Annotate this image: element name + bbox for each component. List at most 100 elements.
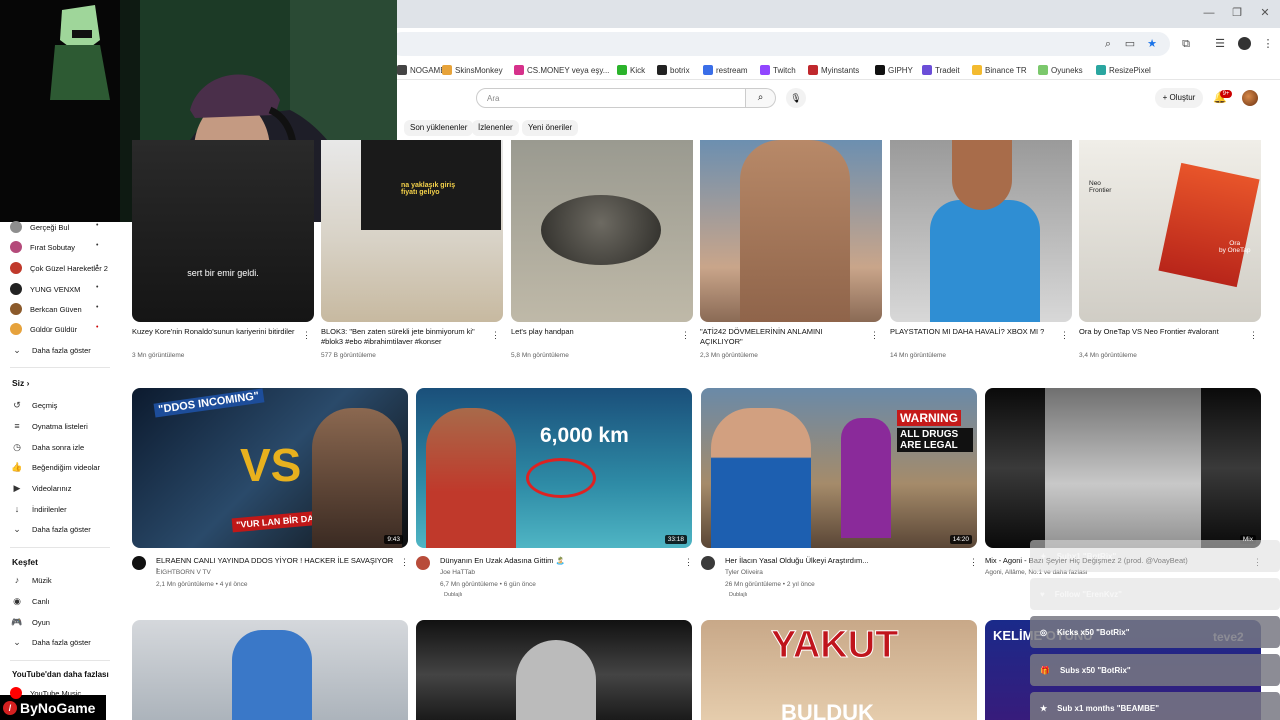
more-options-icon[interactable]: ⋮ — [870, 330, 879, 341]
sidebar-item[interactable]: ◷ Daha sonra izle — [10, 438, 84, 456]
sidebar-item[interactable]: 👍 Beğendiğim videolar — [10, 458, 100, 476]
sidebar-item[interactable]: ↺ Geçmiş — [10, 396, 57, 414]
maximize-icon[interactable]: ❐ — [1230, 6, 1244, 20]
more-options-icon[interactable]: ⋮ — [302, 330, 311, 341]
video-title[interactable]: "ATİ242 DÖVMELERİNİN ANLAMINI AÇIKLIYOR" — [700, 327, 865, 349]
sidebar-subscription[interactable]: Çok Güzel Hareketler 2 — [10, 259, 108, 277]
sidebar-subscription[interactable]: Fırat Sobutay — [10, 238, 75, 256]
sidebar-item[interactable]: ▶ Videolarınız — [10, 479, 72, 497]
reading-list-icon[interactable]: ☰ — [1212, 36, 1228, 52]
sidebar-show-more[interactable]: ⌄ Daha fazla göster — [10, 520, 91, 538]
channel-name[interactable]: Joe HaTTab — [440, 569, 475, 576]
video-thumbnail[interactable] — [700, 140, 882, 322]
watch-later-icon: ◷ — [13, 441, 21, 452]
account-avatar[interactable] — [1242, 90, 1258, 106]
sidebar-subscription[interactable]: YUNG VENXM — [10, 280, 80, 298]
bookmark-item[interactable]: botrix — [657, 62, 690, 78]
section-you[interactable]: Siz › — [12, 378, 29, 388]
create-button[interactable]: + Oluştur — [1155, 88, 1203, 108]
sidebar-subscription[interactable]: Berkcan Güven — [10, 300, 82, 318]
channel-avatar[interactable] — [132, 556, 146, 570]
more-options-icon[interactable]: ⋮ — [684, 557, 693, 568]
zoom-icon[interactable]: ⌕ — [1100, 36, 1116, 52]
video-thumbnail[interactable]: YAKUT BULDUK — [701, 620, 977, 720]
browser-menu-icon[interactable]: ⋮ — [1260, 36, 1276, 52]
thumbnail-caption: 6,000 km — [540, 424, 629, 447]
sidebar-show-more[interactable]: ⌄ Daha fazla göster — [10, 341, 91, 359]
search-button[interactable]: ⌕ — [746, 88, 776, 108]
video-meta: 6,7 Mn görüntüleme • 6 gün önce — [440, 581, 536, 588]
create-label: Oluştur — [1169, 93, 1196, 102]
live-dot-icon: • — [96, 304, 99, 311]
channel-name[interactable]: EIGHTBORN V TV — [156, 569, 211, 576]
sidebar-show-more[interactable]: ⌄ Daha fazla göster — [10, 633, 91, 651]
cast-icon[interactable]: ▭ — [1122, 36, 1138, 52]
bookmark-item[interactable]: GIPHY — [875, 62, 913, 78]
video-views: 5,8 Mn görüntüleme — [511, 352, 569, 359]
sidebar-youtube-music[interactable]: YouTube Music — [10, 684, 81, 702]
search-input[interactable]: Ara — [476, 88, 746, 108]
bookmark-item[interactable]: NOGAME — [397, 62, 446, 78]
bookmark-item[interactable]: Binance TR — [972, 62, 1027, 78]
handpan-drum — [541, 195, 661, 265]
video-thumbnail[interactable]: na yaklaşık giriş fiyatı geliyo — [321, 140, 503, 322]
more-options-icon[interactable]: ⋮ — [1249, 330, 1258, 341]
address-bar[interactable] — [390, 32, 1170, 56]
chip-new[interactable]: Yeni öneriler — [522, 120, 579, 136]
video-thumbnail[interactable] — [132, 620, 408, 720]
bookmark-label: CS.MONEY veya eşy... — [527, 65, 610, 75]
bookmark-item[interactable]: Tradeit — [922, 62, 960, 78]
voice-search-button[interactable]: 🎙 — [786, 88, 806, 108]
bookmark-item[interactable]: ResizePixel — [1096, 62, 1151, 78]
video-thumbnail[interactable]: sert bir emir geldi. — [132, 140, 314, 322]
more-options-icon[interactable]: ⋮ — [681, 330, 690, 341]
sidebar-item[interactable]: ≡ Oynatma listeleri — [10, 417, 88, 435]
sidebar-item[interactable]: 🎮 Oyun — [10, 613, 50, 631]
bookmark-item[interactable]: SkinsMonkey — [442, 62, 503, 78]
more-options-icon[interactable]: ⋮ — [400, 557, 409, 568]
close-icon[interactable]: ✕ — [1258, 6, 1272, 20]
thumbnail-head — [952, 140, 1012, 210]
bookmark-star-icon[interactable]: ★ — [1144, 36, 1160, 52]
video-title[interactable]: PLAYSTATION MI DAHA HAVALİ? XBOX MI ? — [890, 327, 1055, 349]
video-thumbnail[interactable] — [511, 140, 693, 322]
sidebar-subscription[interactable]: Gerçeği Bul — [10, 218, 69, 236]
more-options-icon[interactable]: ⋮ — [1060, 330, 1069, 341]
video-thumbnail[interactable]: WARNING ALL DRUGS ARE LEGAL 14:20 — [701, 388, 977, 548]
more-options-icon[interactable]: ⋮ — [491, 330, 500, 341]
sidebar-item[interactable]: ◉ Canlı — [10, 592, 49, 610]
extensions-icon[interactable]: ⧉ — [1178, 36, 1194, 52]
sidebar-item[interactable]: ↓ İndirilenler — [10, 500, 67, 518]
bookmark-item[interactable]: restream — [703, 62, 748, 78]
bookmark-item[interactable]: Oyuneks — [1038, 62, 1083, 78]
channel-name[interactable]: Tyler Oliveira — [725, 569, 763, 576]
chip-watched[interactable]: İzlenenler — [472, 120, 519, 136]
thumbnail-caption: VS — [240, 439, 302, 491]
chip-recent[interactable]: Son yüklenenler — [404, 120, 474, 136]
video-title[interactable]: Dünyanın En Uzak Adasına Gittim 🏝️ — [440, 556, 678, 578]
bookmark-item[interactable]: Kick — [617, 62, 645, 78]
video-meta: 2,1 Mn görüntüleme • 4 yıl önce — [156, 581, 248, 588]
video-thumbnail[interactable]: Neo Frontier Ora by OneTap — [1079, 140, 1261, 322]
more-options-icon[interactable]: ⋮ — [969, 557, 978, 568]
video-title[interactable]: BLOK3: "Ben zaten sürekli jete binmiyoru… — [321, 327, 486, 349]
bookmark-item[interactable]: Twitch — [760, 62, 796, 78]
video-thumbnail[interactable] — [890, 140, 1072, 322]
channel-avatar[interactable] — [416, 556, 430, 570]
video-thumbnail[interactable]: "DDOS INCOMING" VS "VUR LAN BİR DAHA VUR" 9… — [132, 388, 408, 548]
stream-event: ★ Sub x1 months "BEAMBE" — [1030, 692, 1280, 720]
video-thumbnail[interactable]: 6,000 km 33:18 — [416, 388, 692, 548]
profile-icon[interactable] — [1238, 37, 1251, 50]
bookmark-favicon-icon — [1038, 65, 1048, 75]
bookmark-item[interactable]: CS.MONEY veya eşy... — [514, 62, 609, 78]
video-thumbnail[interactable] — [416, 620, 692, 720]
sidebar-subscription[interactable]: Güldür Güldür — [10, 320, 77, 338]
bookmark-item[interactable]: Myinstants — [808, 62, 859, 78]
video-title[interactable]: Let's play handpan — [511, 327, 676, 349]
video-title[interactable]: Ora by OneTap VS Neo Frontier #valorant — [1079, 327, 1244, 349]
minimize-icon[interactable]: — — [1202, 6, 1216, 20]
channel-avatar[interactable] — [701, 556, 715, 570]
video-title[interactable]: Kuzey Kore'nin Ronaldo'sunun kariyerini … — [132, 327, 297, 349]
video-thumbnail[interactable]: Mix — [985, 388, 1261, 548]
sidebar-item[interactable]: ♪ Müzik — [10, 571, 52, 589]
